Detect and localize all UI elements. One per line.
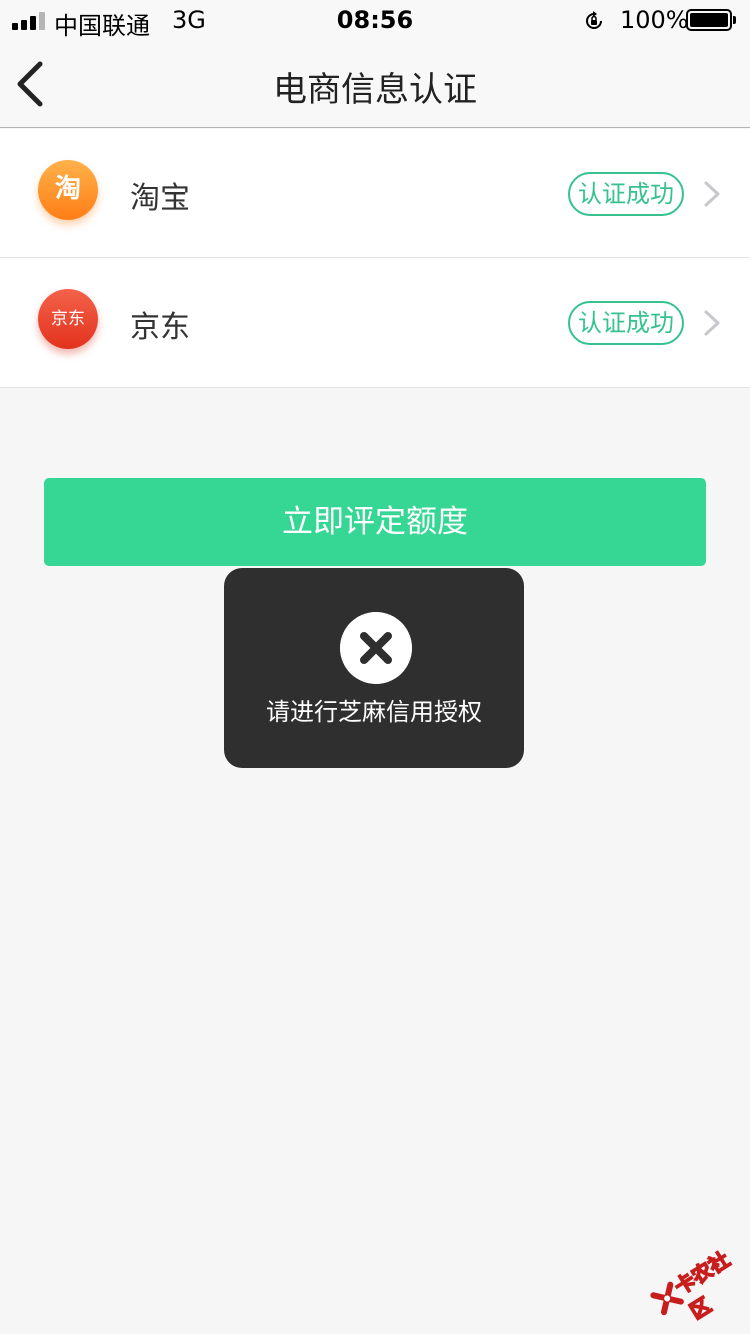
status-badge: 认证成功 <box>568 172 684 216</box>
platform-list: 淘 淘宝 认证成功 京东 京东 认证成功 <box>0 129 750 388</box>
page-title: 电商信息认证 <box>273 70 477 110</box>
error-toast: 请进行芝麻信用授权 <box>224 568 524 768</box>
close-circle-icon <box>340 612 412 684</box>
toast-message: 请进行芝麻信用授权 <box>266 698 482 726</box>
battery-percent: 100% <box>620 6 689 34</box>
navigation-bar: 电商信息认证 <box>0 40 750 128</box>
chevron-right-icon <box>704 181 720 207</box>
platform-name: 淘宝 <box>130 181 190 216</box>
jd-logo-icon: 京东 <box>38 289 98 349</box>
status-bar: 中国联通 3G 08:56 100% <box>0 0 750 40</box>
chevron-right-icon <box>704 310 720 336</box>
list-item-taobao[interactable]: 淘 淘宝 认证成功 <box>0 129 750 258</box>
status-badge: 认证成功 <box>568 301 684 345</box>
platform-name: 京东 <box>130 310 190 345</box>
rotation-lock-icon <box>586 11 602 29</box>
taobao-logo-icon: 淘 <box>38 160 98 220</box>
watermark-logo: 卡农社区 <box>634 1218 750 1334</box>
evaluate-credit-button[interactable]: 立即评定额度 <box>44 478 706 566</box>
battery-icon <box>686 9 736 31</box>
watermark-text: 卡农社区 <box>669 1246 734 1324</box>
list-item-jd[interactable]: 京东 京东 认证成功 <box>0 258 750 388</box>
